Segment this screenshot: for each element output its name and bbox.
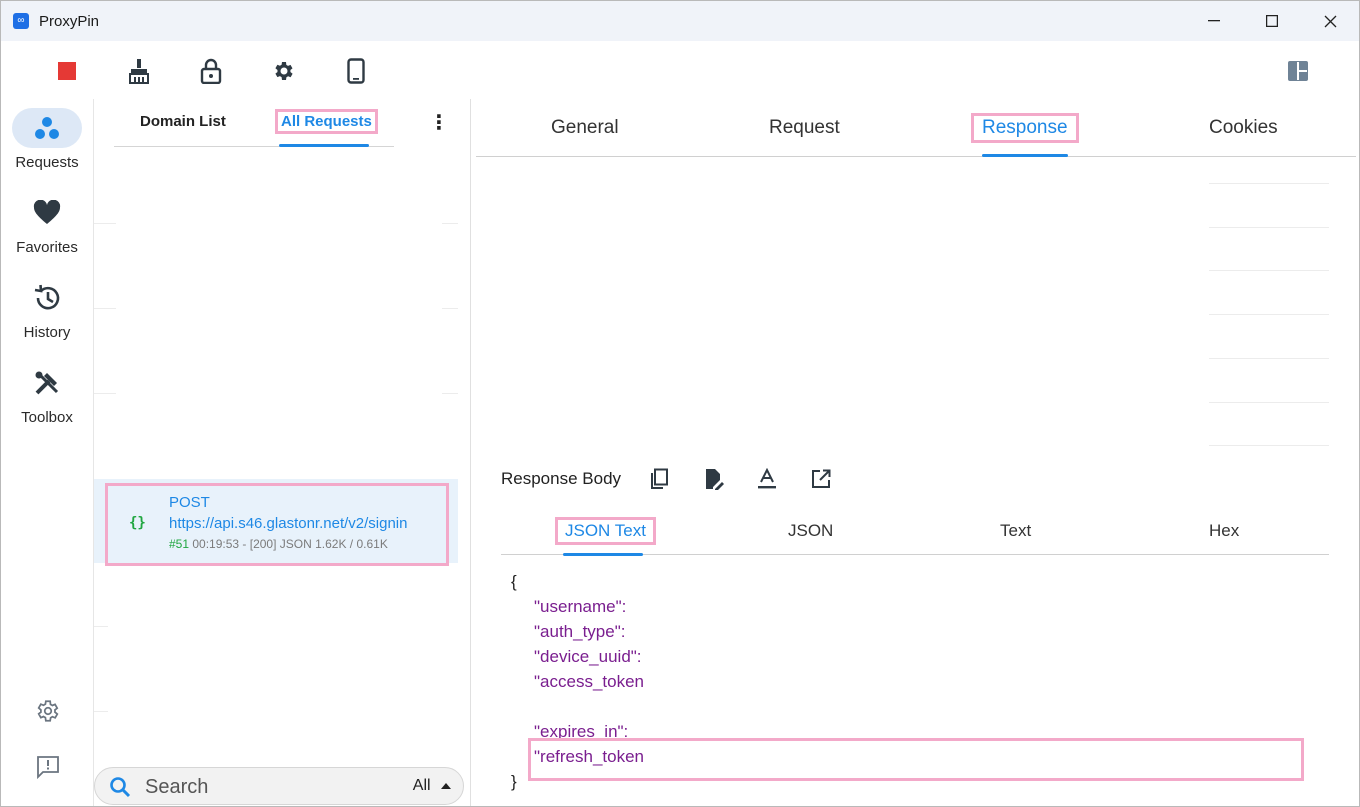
layout-icon [1288,61,1308,81]
feedback-icon [37,756,59,780]
search-bar[interactable]: Search All [94,767,464,805]
minimize-button[interactable] [1185,1,1243,41]
search-filter-label: All [412,777,431,794]
refresh-token-highlight [528,738,1304,781]
nav-toolbox-label: Toolbox [21,409,73,426]
nav-history[interactable]: History [1,278,93,341]
feedback-button[interactable] [33,752,63,782]
app-window: ∞ ProxyPin Requests Favorites History To… [0,0,1360,807]
detail-panel: General Request Response Cookies Respons… [470,99,1359,806]
mobile-connect-button[interactable] [338,53,374,89]
search-input[interactable]: Search [145,776,208,799]
clean-button[interactable] [121,53,157,89]
tab-cookies[interactable]: Cookies [1209,117,1278,139]
phone-icon [347,58,365,84]
gear-outline-icon [37,700,59,722]
tab-general[interactable]: General [551,117,619,139]
list-tabs: Domain List All Requests [114,99,394,147]
edit-button[interactable] [702,467,726,491]
gear-icon [275,62,293,80]
open-external-icon [812,469,831,488]
json-line [511,694,644,719]
tab-hex[interactable]: Hex [1209,521,1239,541]
response-body-title: Response Body [501,469,622,488]
nav-requests[interactable]: Requests [1,108,93,171]
stop-icon [58,62,76,80]
more-options-button[interactable]: ⋮ [429,111,449,135]
edit-file-icon [706,469,724,490]
text-format-button[interactable] [755,467,779,491]
tab-json-text[interactable]: JSON Text [555,517,656,545]
heart-icon [33,200,61,224]
toolbar [1,41,1359,99]
title-bar: ∞ ProxyPin [1,1,1359,41]
nav-favorites[interactable]: Favorites [1,193,93,256]
request-id: #51 [169,537,190,551]
text-format-icon [758,468,776,489]
json-key: "device_uuid": [534,647,642,666]
settings-toolbar-button[interactable] [266,53,302,89]
json-type-icon: {} [129,515,146,531]
request-url: POST https://api.s46.glastonr.net/v2/sig… [169,494,408,532]
tab-text[interactable]: Text [1000,521,1031,541]
layout-toggle-button[interactable] [1280,53,1316,89]
json-key: "access_token [534,672,644,691]
nav-toolbox[interactable]: Toolbox [1,363,93,426]
tab-json[interactable]: JSON [788,521,833,541]
toolbox-icon [35,371,59,395]
tab-response-indicator [982,154,1068,157]
tab-request[interactable]: Request [769,117,840,139]
detail-tabs: General Request Response Cookies [476,99,1356,157]
tab-domain-list[interactable]: Domain List [140,113,226,130]
tab-all-requests-indicator [279,144,369,147]
nav-requests-label: Requests [15,154,79,171]
app-logo-icon: ∞ [13,13,29,29]
nav-history-label: History [23,324,71,341]
search-filter-dropdown[interactable]: All [413,777,451,795]
request-row-content: {} POST https://api.s46.glastonr.net/v2/… [105,483,449,566]
nav-favorites-label: Favorites [16,239,78,256]
close-button[interactable] [1301,1,1359,41]
broom-icon [129,59,149,84]
request-meta-text: 00:19:53 - [200] JSON 1.62K / 0.61K [192,537,388,551]
lock-icon [200,58,222,84]
app-title: ProxyPin [39,13,100,30]
left-nav: Requests Favorites History Toolbox [1,99,93,806]
request-list-panel: Domain List All Requests ⋮ {} POST https… [93,99,469,806]
requests-icon [35,117,59,139]
json-line: { [511,572,517,591]
request-row[interactable]: {} POST https://api.s46.glastonr.net/v2/… [94,479,458,566]
caret-up-icon [441,783,451,789]
app-settings-button[interactable] [33,696,63,726]
search-icon [110,777,131,798]
tab-json-text-indicator [563,553,643,556]
maximize-button[interactable] [1243,1,1301,41]
json-key: "auth_type": [534,622,626,641]
https-proxy-button[interactable] [193,53,229,89]
request-meta: #51 00:19:53 - [200] JSON 1.62K / 0.61K [169,537,388,551]
json-key: "username": [534,597,627,616]
copy-button[interactable] [647,467,671,491]
history-icon [34,284,60,310]
copy-icon [651,468,668,489]
tab-response[interactable]: Response [971,113,1079,143]
body-format-tabs: JSON Text JSON Text Hex [501,511,1329,556]
open-external-button[interactable] [809,467,833,491]
stop-button[interactable] [49,53,85,89]
tab-all-requests[interactable]: All Requests [275,109,378,134]
